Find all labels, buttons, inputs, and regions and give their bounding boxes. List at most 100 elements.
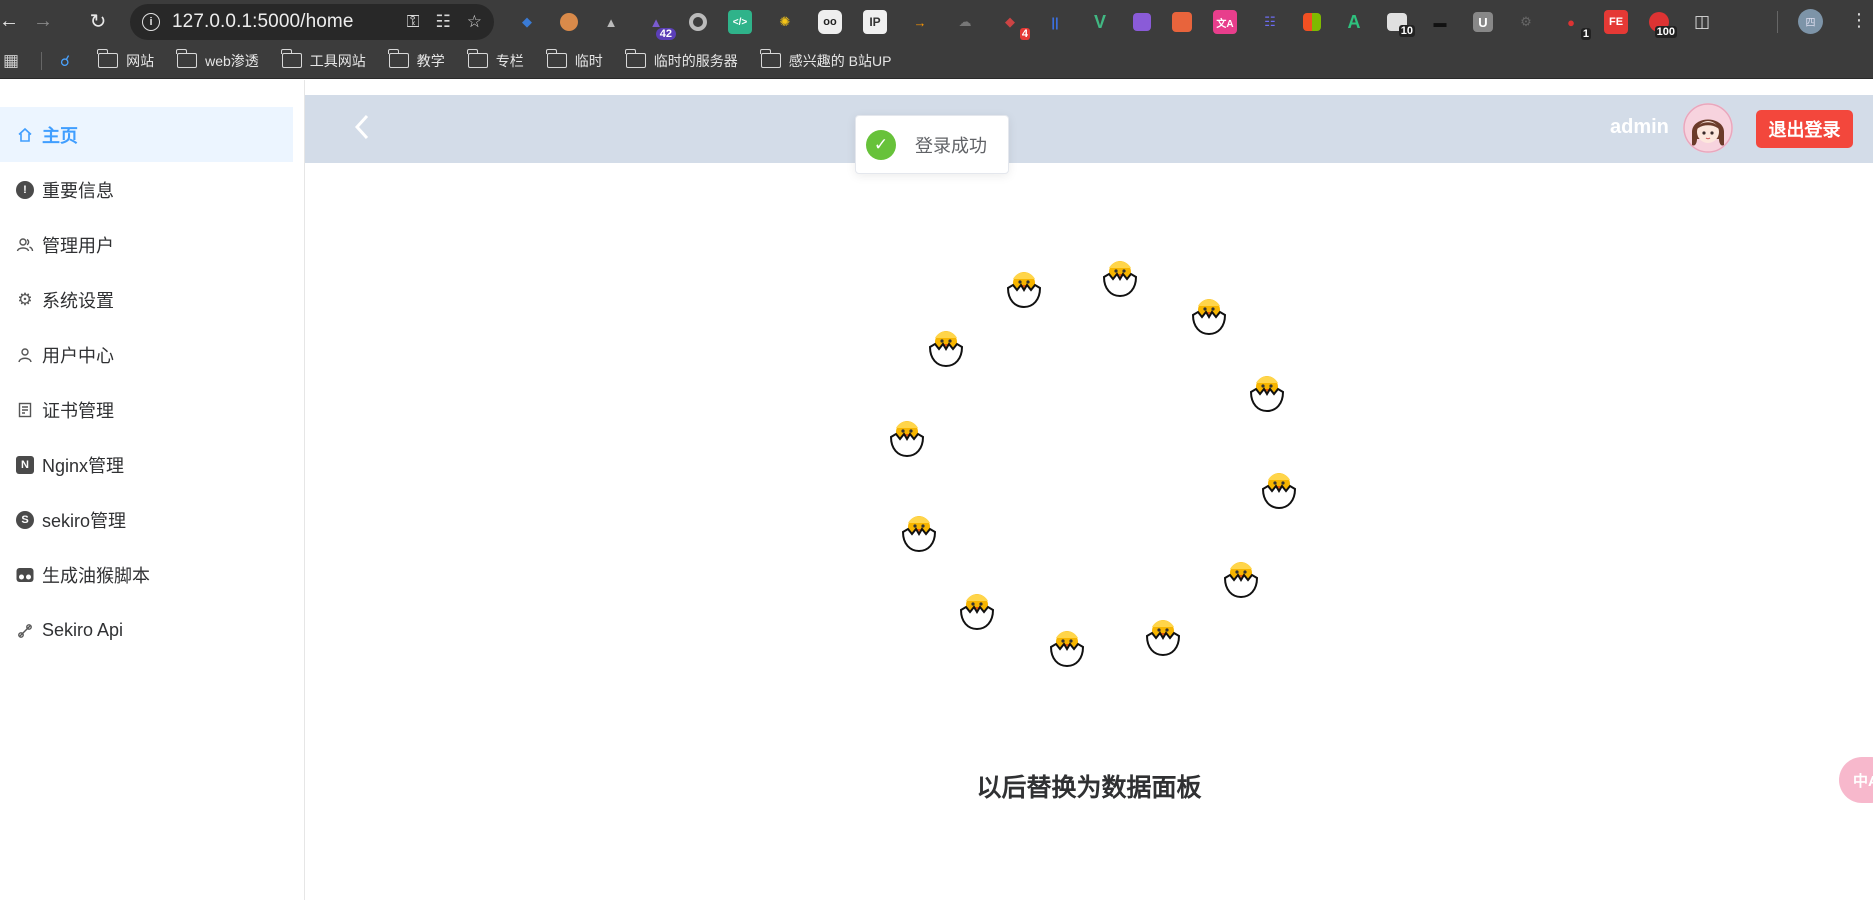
forward-arrow-icon[interactable]: → (28, 6, 58, 36)
cloud-icon[interactable]: ☁ (953, 10, 977, 34)
sidebar-item-label: Nginx管理 (42, 455, 125, 476)
bookmark-folder[interactable]: 感兴趣的 B站UP (760, 49, 891, 71)
bookmark-star-icon[interactable]: ☆ (467, 12, 482, 32)
certificate-icon (16, 401, 34, 419)
sidebar-item-manage-users[interactable]: 管理用户 (0, 217, 293, 272)
photo-icon[interactable]: 10 (1387, 13, 1415, 37)
translate-ext-icon[interactable]: 文A (1213, 10, 1237, 34)
sidebar-item-sekiro-api[interactable]: Sekiro Api (0, 603, 293, 658)
counter-icon[interactable]: 100 (1649, 12, 1677, 38)
extension-icon[interactable]: ◆ (515, 10, 539, 34)
back-arrow-icon[interactable]: ← (0, 6, 24, 36)
avatar[interactable] (1683, 103, 1733, 153)
check-circle-icon: ✓ (866, 129, 896, 160)
chick-icon (1050, 630, 1084, 667)
amazon-icon[interactable]: → (908, 10, 932, 34)
bookmark-folder[interactable]: 工具网站 (281, 49, 366, 71)
logout-button[interactable]: 退出登录 (1756, 110, 1853, 148)
url-text[interactable]: 127.0.0.1:5000/home (172, 11, 391, 33)
chick-icon (1007, 271, 1041, 308)
folder-icon (388, 49, 409, 68)
username: admin (1610, 116, 1669, 138)
ninja-icon[interactable]: ● 1 (1559, 10, 1591, 40)
chick-icon (1192, 298, 1226, 335)
gear-icon: ⚙ (17, 289, 33, 309)
sidebar-item-important-info[interactable]: ! 重要信息 (0, 162, 293, 217)
gear-ext-icon[interactable]: ⚙ (1514, 10, 1538, 34)
bookmark-folder[interactable]: 临时的服务器 (625, 49, 738, 71)
bookmarks-bar: ▦ ☌ 网站 web渗透 工具网站 教学 专栏 临时 临时的服务器 感兴趣的 B… (0, 43, 1873, 79)
success-toast: ✓ 登录成功 (855, 115, 1009, 174)
toolbar-divider (1777, 11, 1778, 33)
site-info-icon[interactable]: i (142, 13, 160, 31)
hat-icon[interactable]: ▲ 42 (644, 10, 676, 40)
ip-icon[interactable]: IP (863, 10, 887, 34)
cube-icon[interactable] (1133, 13, 1151, 31)
placeholder-caption: 以后替换为数据面板 (976, 774, 1202, 802)
a-icon[interactable]: A (1342, 10, 1366, 34)
windows-icon[interactable] (1303, 13, 1321, 31)
code-icon[interactable]: </> (728, 10, 752, 34)
reload-icon[interactable]: ↻ (83, 6, 113, 36)
toast-message: 登录成功 (915, 135, 987, 156)
sidebar: 主页 ! 重要信息 管理用户 ⚙ 系统设置 用户中心 证书管理 N Nginx管… (0, 80, 305, 900)
bookmark-folder[interactable]: 专栏 (467, 49, 524, 71)
home-icon (16, 126, 34, 144)
bookmark-folder[interactable]: 临时 (546, 49, 603, 71)
address-bar[interactable]: i 127.0.0.1:5000/home ⚿ ☷ ☆ (130, 4, 494, 40)
folder-icon (176, 49, 198, 68)
sekiro-icon: S (16, 510, 34, 529)
folder-icon (467, 49, 488, 68)
sidebar-item-label: Sekiro Api (42, 620, 124, 640)
sidebar-item-label: sekiro管理 (42, 510, 127, 531)
tag-icon[interactable]: ◆ 4 (998, 10, 1030, 40)
fe-icon[interactable]: FE (1604, 10, 1628, 34)
user-icon (16, 346, 34, 364)
sidebar-item-home[interactable]: 主页 (0, 107, 293, 162)
profile-avatar[interactable]: 四 (1798, 9, 1823, 34)
chick-icon (890, 420, 924, 457)
chick-icon (929, 330, 963, 367)
sidebar-item-label: 系统设置 (42, 290, 114, 311)
apps-grid-icon[interactable]: ▦ (3, 51, 25, 71)
translate-icon[interactable]: ☷ (436, 12, 451, 32)
image-icon[interactable] (1172, 12, 1192, 32)
sitemap-icon[interactable]: ☷ (1258, 10, 1282, 34)
sidebar-item-label: 重要信息 (42, 180, 114, 201)
sidebar-item-system-settings[interactable]: ⚙ 系统设置 (0, 272, 293, 327)
extension-badge: 10 (1398, 25, 1415, 37)
sidebar-item-label: 管理用户 (42, 235, 114, 256)
sidebar-item-user-center[interactable]: 用户中心 (0, 327, 293, 382)
sidebar-item-tampermonkey[interactable]: 生成油猴脚本 (0, 547, 293, 602)
bookmark-folder[interactable]: 教学 (388, 49, 445, 71)
puzzle-icon[interactable]: ◫ (1690, 10, 1714, 34)
bars-icon[interactable]: || (1043, 10, 1067, 34)
bookmarks-divider (41, 51, 42, 70)
hat-dark-icon[interactable]: ▬ (1428, 10, 1452, 34)
bookmark-folder[interactable]: 网站 (97, 49, 154, 71)
key-icon[interactable]: ⚿ (407, 12, 420, 32)
extension-badge: 100 (1654, 26, 1677, 38)
bug-icon[interactable]: ✺ (773, 10, 797, 34)
u-icon[interactable]: U (1473, 12, 1493, 32)
chevron-left-icon[interactable] (353, 113, 371, 148)
warning-icon: ! (16, 180, 34, 199)
chick-icon (1146, 619, 1180, 656)
sidebar-item-certificates[interactable]: 证书管理 (0, 382, 293, 437)
sidebar-item-nginx[interactable]: N Nginx管理 (0, 437, 293, 492)
sidebar-item-label: 用户中心 (42, 345, 114, 366)
sidebar-item-sekiro[interactable]: S sekiro管理 (0, 492, 293, 547)
menu-dots-icon[interactable]: ⋮ (1850, 10, 1868, 31)
extension-badge: 4 (1019, 28, 1030, 40)
app-header: admin 退出登录 (305, 95, 1873, 163)
glasses-icon[interactable]: oo (818, 10, 842, 34)
bookmark-folder[interactable]: web渗透 (176, 49, 259, 71)
users-icon (16, 236, 34, 254)
record-icon[interactable] (689, 13, 707, 31)
cookie-icon[interactable] (560, 13, 578, 31)
spy-icon[interactable]: ▲ (599, 10, 623, 34)
extension-badge: 1 (1580, 28, 1591, 40)
chick-icon (1262, 472, 1296, 509)
vue-icon[interactable]: V (1088, 10, 1112, 34)
search-icon[interactable]: ☌ (60, 52, 70, 70)
